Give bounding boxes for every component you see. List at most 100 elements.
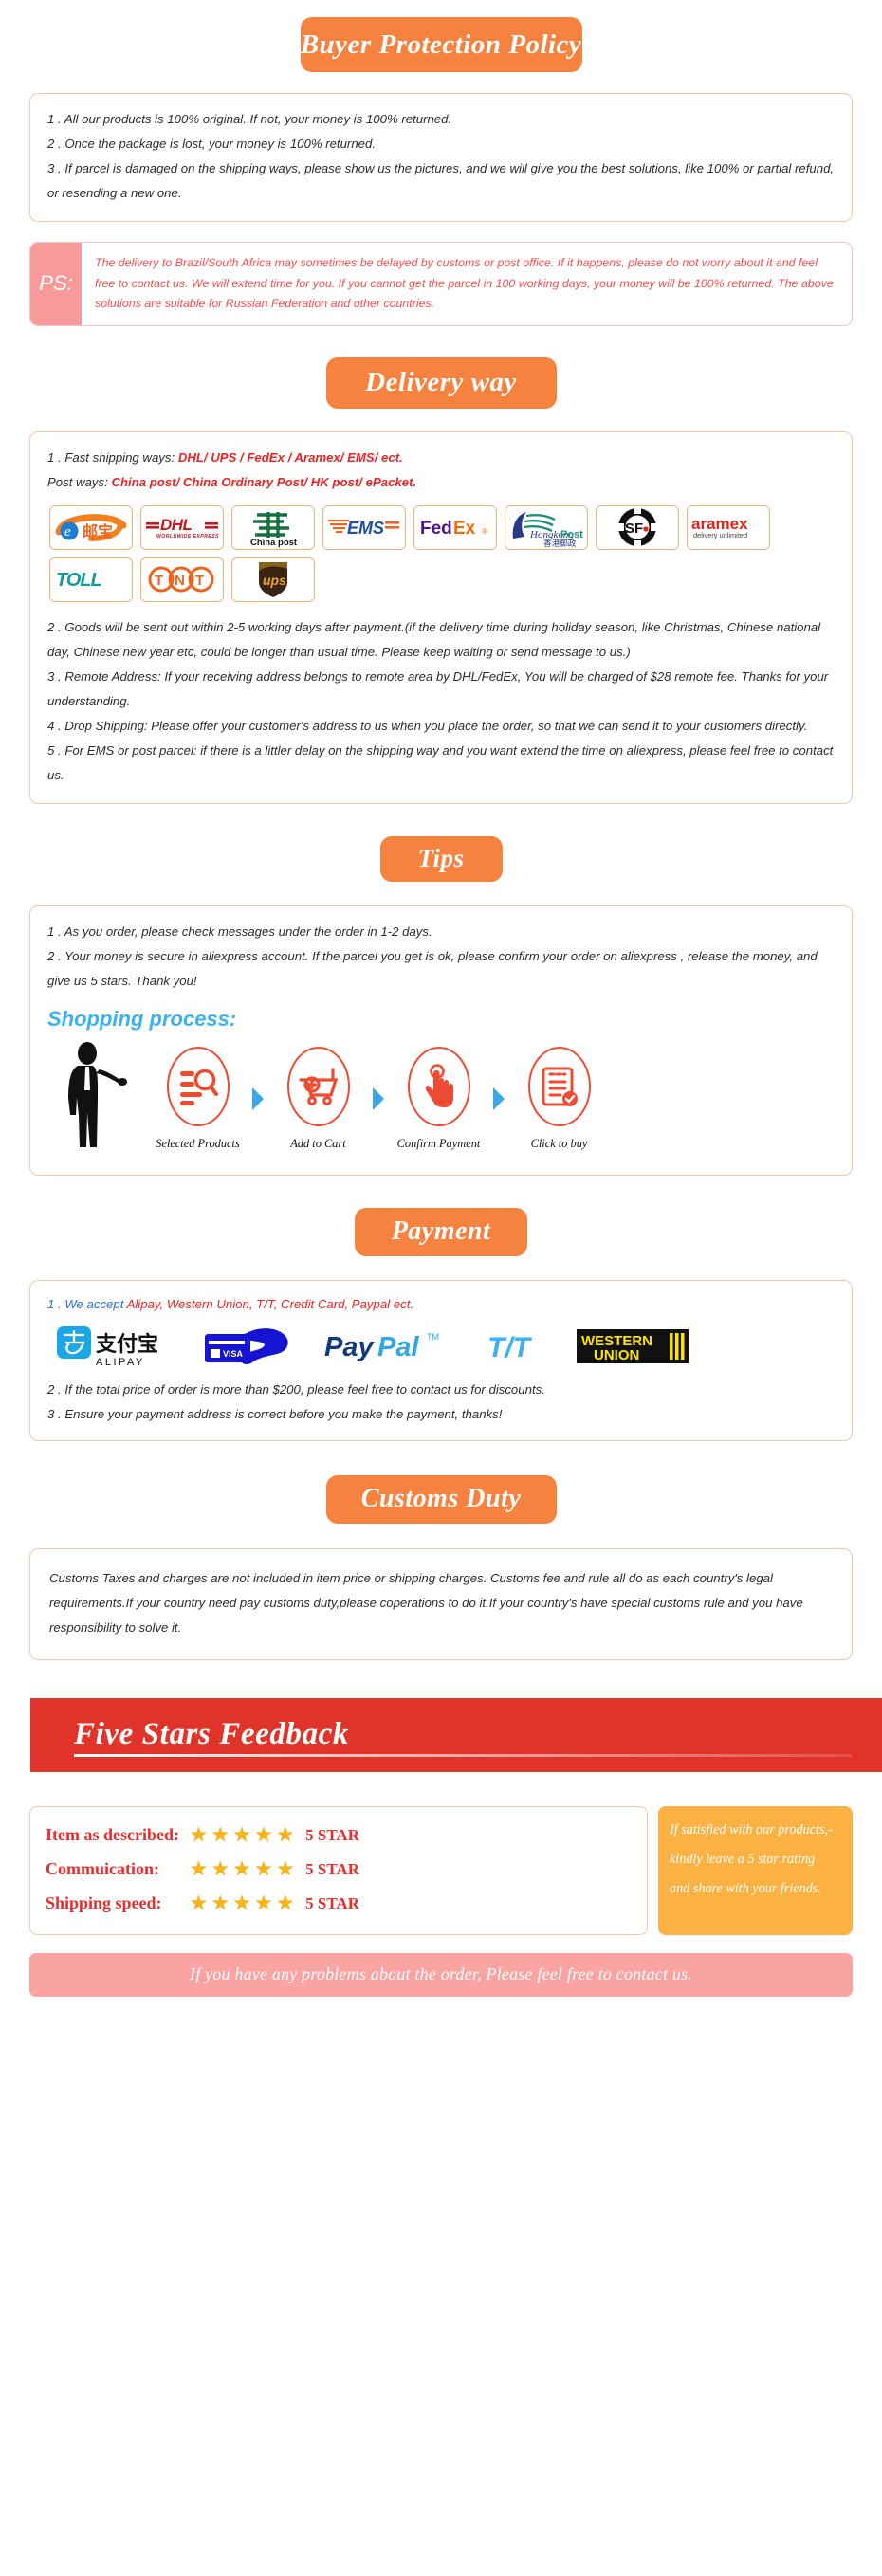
buyer-protection-banner-row: Buyer Protection Policy: [0, 17, 882, 72]
star-icon: ★: [190, 1824, 208, 1846]
process-arrow-2: [368, 1087, 389, 1111]
star-icon: ★: [254, 1824, 273, 1846]
process-step-click-to-buy: Click to buy: [513, 1047, 605, 1151]
star-icon: ★: [276, 1824, 295, 1846]
payment-accept-label: 1 . We accept: [47, 1296, 124, 1311]
svg-text:DHL: DHL: [160, 516, 193, 534]
svg-text:T/T: T/T: [487, 1332, 533, 1363]
svg-text:香港郵政: 香港郵政: [543, 538, 577, 548]
svg-text:EMS: EMS: [347, 519, 384, 538]
svg-text:UNION: UNION: [594, 1347, 639, 1363]
shopping-process-row: Selected Products Add to Cart Confirm Pa…: [47, 1037, 835, 1158]
star-rating: ★ ★ ★ ★ ★: [190, 1859, 294, 1879]
process-arrow-1: [248, 1087, 268, 1111]
ps-label: PS:: [30, 243, 82, 325]
payment-section: Payment 1 . We accept Alipay, Western Un…: [0, 1176, 882, 1441]
shopping-process-title: Shopping process:: [47, 1006, 237, 1031]
svg-text:邮宝: 邮宝: [83, 522, 113, 540]
fedex-logo: Fed Ex ®: [413, 504, 497, 550]
payment-card: 1 . We accept Alipay, Western Union, T/T…: [29, 1279, 853, 1441]
feedback-row-value: 5 STAR: [305, 1825, 359, 1844]
payment-accept-value: Alipay, Western Union, T/T, Credit Card,…: [126, 1296, 414, 1311]
payment-banner: Payment: [355, 1207, 527, 1256]
delivery-item-4: 4 . Drop Shipping: Please offer your cus…: [47, 718, 808, 733]
feedback-row: Item as described: ★ ★ ★ ★ ★ 5 STAR: [46, 1818, 632, 1853]
policy-item-3: 3 . If parcel is damaged on the shipping…: [47, 161, 835, 200]
star-icon: ★: [232, 1892, 251, 1914]
payment-item-2: 2 . If the total price of order is more …: [47, 1381, 545, 1397]
delivery-card: 1 . Fast shipping ways: DHL/ UPS / FedEx…: [29, 430, 853, 804]
svg-text:China post: China post: [250, 538, 298, 547]
feedback-header-title: Five Stars Feedback: [74, 1717, 350, 1751]
aramex-logo: aramex delivery unlimited: [687, 504, 770, 550]
feedback-row: Shipping speed: ★ ★ ★ ★ ★ 5 STAR: [46, 1887, 632, 1921]
sf-express-logo: SF: [596, 504, 679, 550]
svg-text:SF: SF: [625, 521, 643, 537]
buyer-protection-card: 1 . All our products is 100% original. I…: [29, 93, 853, 222]
feedback-ratings-card: Item as described: ★ ★ ★ ★ ★ 5 STAR Comm…: [29, 1805, 648, 1935]
process-step-label: Selected Products: [156, 1137, 240, 1150]
buyer-protection-banner: Buyer Protection Policy: [300, 17, 582, 72]
svg-text:ALIPAY: ALIPAY: [96, 1357, 145, 1367]
paypal-logo: Pay Pal TM: [322, 1327, 465, 1370]
svg-text:VISA: VISA: [223, 1349, 244, 1359]
star-icon: ★: [276, 1858, 295, 1880]
svg-text:ups: ups: [263, 573, 286, 588]
tips-section: Tips 1 . As you order, please check mess…: [0, 804, 882, 1176]
fast-shipping-value: DHL/ UPS / FedEx / Aramex/ EMS/ ect.: [177, 449, 403, 465]
svg-text:delivery unlimited: delivery unlimited: [693, 531, 747, 539]
payment-banner-row: Payment: [0, 1207, 882, 1256]
svg-text:TOLL: TOLL: [56, 570, 102, 591]
fast-shipping-line: 1 . Fast shipping ways: DHL/ UPS / FedEx…: [47, 446, 835, 470]
svg-text:支付宝: 支付宝: [96, 1332, 158, 1357]
ps-notice-box: PS: The delivery to Brazil/South Africa …: [29, 242, 853, 326]
payment-accept-line: 1 . We accept Alipay, Western Union, T/T…: [47, 1292, 835, 1317]
delivery-banner-row: Delivery way: [0, 356, 882, 409]
post-ways-label: Post ways:: [47, 474, 108, 489]
feedback-row-value: 5 STAR: [305, 1859, 359, 1878]
tips-card: 1 . As you order, please check messages …: [29, 904, 853, 1176]
ems-logo: EMS: [322, 504, 406, 550]
delivery-banner: Delivery way: [325, 356, 557, 409]
shopping-cart-add-icon: [286, 1047, 350, 1126]
carrier-logo-grid: e 邮宝 DHL WORLDWIDE EXPRESS ® China post …: [47, 503, 835, 606]
star-rating: ★ ★ ★ ★ ★: [190, 1893, 294, 1913]
checklist-approved-icon: [527, 1047, 591, 1126]
process-step-selected-products: Selected Products: [152, 1047, 244, 1151]
feedback-row-label: Commuication:: [46, 1859, 159, 1878]
contact-us-footer: If you have any problems about the order…: [29, 1952, 853, 1997]
customs-card: Customs Taxes and charges are not includ…: [29, 1547, 853, 1660]
process-arrow-3: [488, 1087, 509, 1111]
feedback-note-card: If satisfied with our products,- kindly …: [658, 1805, 853, 1935]
feedback-header-notch: [0, 1697, 30, 1772]
process-step-label: Add to Cart: [290, 1137, 346, 1150]
customs-text: Customs Taxes and charges are not includ…: [49, 1570, 803, 1635]
feedback-header-bar: Five Stars Feedback: [0, 1697, 882, 1772]
svg-text:N: N: [175, 573, 185, 589]
customs-banner-row: Customs Duty: [0, 1474, 882, 1524]
feedback-row-value: 5 STAR: [305, 1893, 359, 1912]
process-step-label: Confirm Payment: [396, 1137, 481, 1150]
svg-text:e: e: [64, 524, 71, 539]
star-icon: ★: [211, 1858, 230, 1880]
tips-banner: Tips: [379, 835, 503, 882]
star-icon: ★: [190, 1892, 208, 1914]
payment-logo-row: 支付宝 ALIPAY VISA Pay Pal TM T/T WESTERN U…: [47, 1317, 835, 1378]
process-step-label: Click to buy: [530, 1137, 588, 1150]
star-icon: ★: [254, 1892, 273, 1914]
fast-shipping-label: 1 . Fast shipping ways:: [47, 449, 175, 465]
epost-bao-logo: e 邮宝: [49, 504, 133, 550]
svg-text:Pal: Pal: [377, 1332, 419, 1362]
feedback-note-line: and share with your friends.: [670, 1880, 821, 1896]
payment-item-3: 3 . Ensure your payment address is corre…: [47, 1406, 503, 1421]
delivery-section: Delivery way 1 . Fast shipping ways: DHL…: [0, 326, 882, 804]
svg-text:WORLDWIDE EXPRESS ®: WORLDWIDE EXPRESS ®: [156, 533, 220, 539]
feedback-row-label: Item as described:: [46, 1825, 179, 1844]
customs-banner: Customs Duty: [325, 1474, 557, 1524]
buyer-protection-section: Buyer Protection Policy 1 . All our prod…: [0, 0, 882, 326]
feedback-row: Commuication: ★ ★ ★ ★ ★ 5 STAR: [46, 1853, 632, 1887]
star-icon: ★: [190, 1858, 208, 1880]
china-post-logo: China post: [231, 504, 315, 550]
process-step-confirm-payment: Confirm Payment: [393, 1047, 485, 1151]
hongkong-post-logo: Hongkong Post 香港郵政: [505, 504, 588, 550]
